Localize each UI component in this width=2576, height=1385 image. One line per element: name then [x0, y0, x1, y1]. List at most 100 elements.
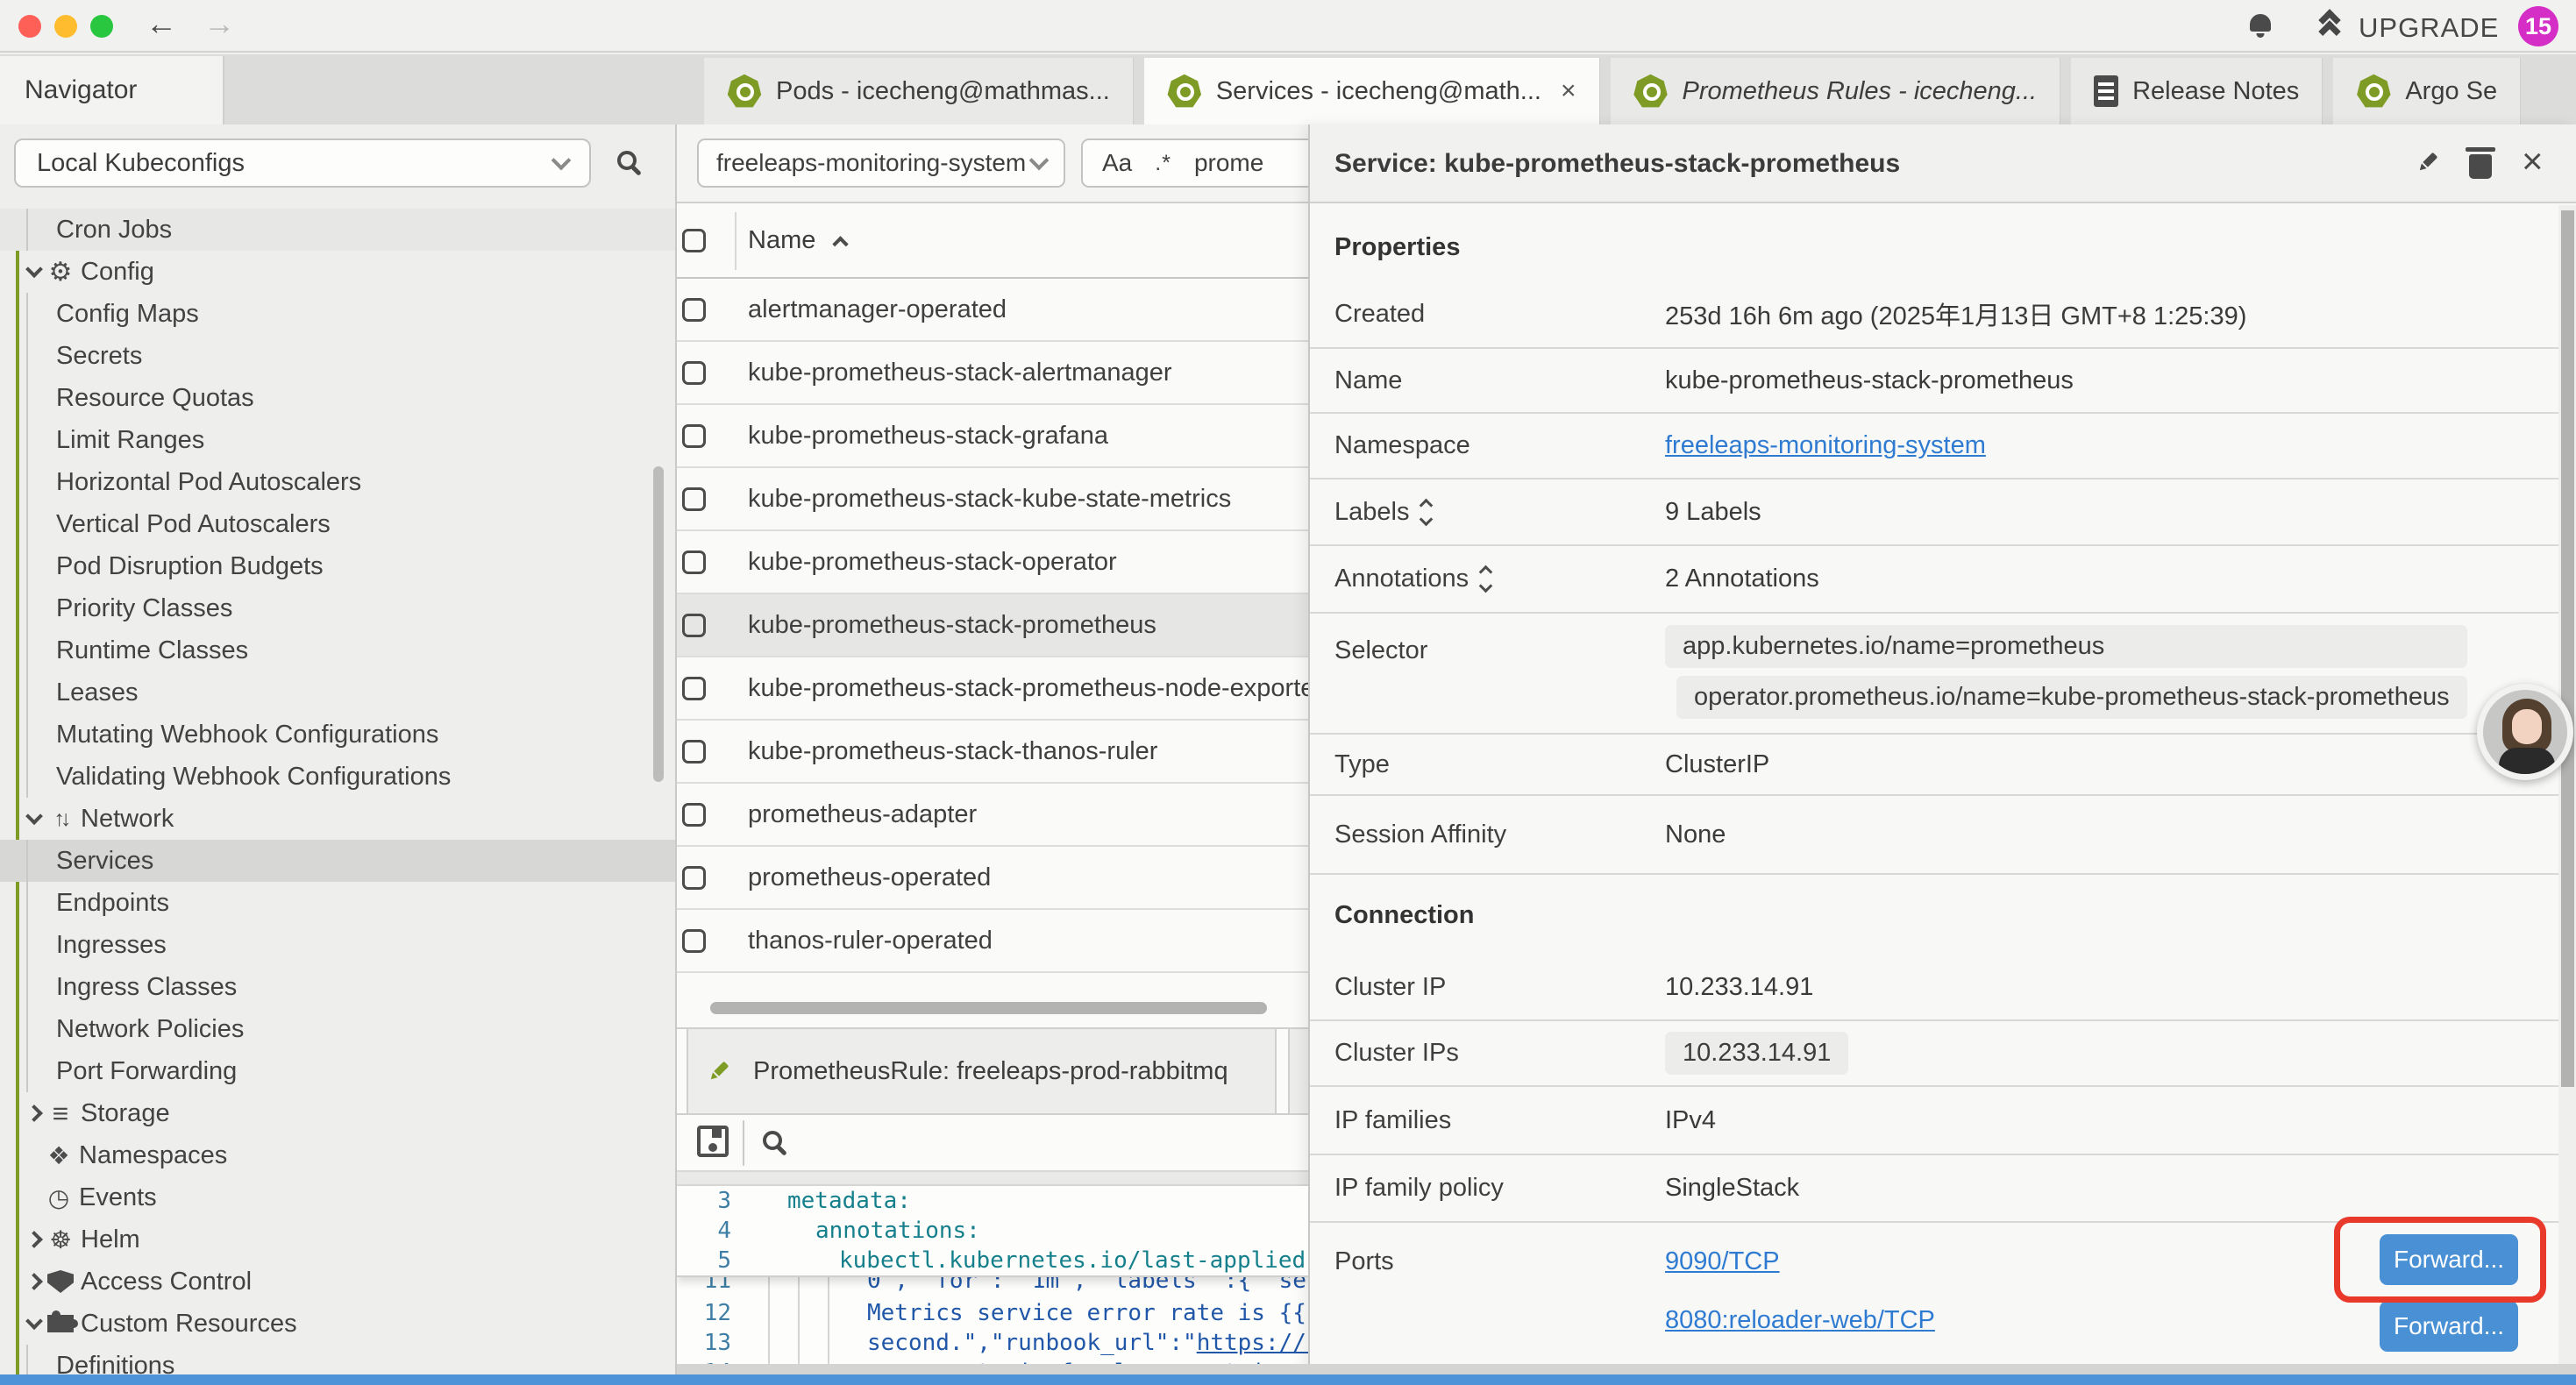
- sidebar-item[interactable]: Helm: [0, 1218, 677, 1261]
- chevron-right-icon[interactable]: [25, 1104, 43, 1122]
- sidebar-item[interactable]: Cron Jobs: [0, 209, 677, 251]
- app-tab[interactable]: Services - icecheng@math... ×: [1144, 58, 1600, 124]
- property-value[interactable]: 2 Annotations: [1665, 565, 1819, 593]
- table-row[interactable]: kube-prometheus-stack-alertmanager: [677, 342, 1308, 405]
- app-tab[interactable]: Prometheus Rules - icecheng...: [1611, 58, 2061, 124]
- table-row[interactable]: alertmanager-operated: [677, 279, 1308, 342]
- row-checkbox[interactable]: [682, 803, 706, 827]
- sidebar-item[interactable]: Pod Disruption Budgets: [0, 545, 677, 587]
- table-row[interactable]: kube-prometheus-stack-thanos-ruler: [677, 721, 1308, 784]
- row-checkbox[interactable]: [682, 929, 706, 953]
- property-value[interactable]: 9 Labels: [1665, 498, 1761, 527]
- sidebar-item[interactable]: Horizontal Pod Autoscalers: [0, 461, 677, 503]
- yaml-editor[interactable]: 3 metadata: 4 annotations: 5 kubectl.kub…: [677, 1186, 1308, 1364]
- select-all-checkbox[interactable]: [682, 229, 706, 252]
- save-icon[interactable]: [697, 1126, 729, 1157]
- row-checkbox[interactable]: [682, 298, 706, 322]
- row-checkbox[interactable]: [682, 614, 706, 637]
- sidebar-item[interactable]: Storage: [0, 1092, 677, 1134]
- sidebar-item[interactable]: Network Policies: [0, 1008, 677, 1050]
- sidebar-item[interactable]: Port Forwarding: [0, 1050, 677, 1092]
- port-link[interactable]: 9090/TCP: [1665, 1247, 1935, 1276]
- table-row[interactable]: kube-prometheus-stack-prometheus: [677, 594, 1308, 657]
- close-window-button[interactable]: [18, 15, 41, 38]
- match-case-icon[interactable]: Aa: [1102, 149, 1132, 177]
- table-row[interactable]: kube-prometheus-stack-operator: [677, 531, 1308, 594]
- name-column-header[interactable]: Name: [748, 226, 815, 255]
- row-checkbox[interactable]: [682, 866, 706, 890]
- app-tab[interactable]: Release Notes: [2071, 58, 2323, 124]
- expand-collapse-icon[interactable]: [1421, 501, 1431, 524]
- sidebar-item[interactable]: Runtime Classes: [0, 629, 677, 671]
- chevron-down-icon[interactable]: [25, 807, 43, 825]
- sidebar-item[interactable]: Limit Ranges: [0, 419, 677, 461]
- upgrade-button[interactable]: UPGRADE: [2359, 12, 2499, 44]
- user-avatar[interactable]: [2477, 684, 2573, 780]
- sidebar-item[interactable]: Vertical Pod Autoscalers: [0, 503, 677, 545]
- panel-scrollbar-thumb[interactable]: [2561, 210, 2574, 1087]
- regex-icon[interactable]: .*: [1155, 151, 1171, 176]
- sidebar-item[interactable]: Config Maps: [0, 293, 677, 335]
- row-checkbox[interactable]: [682, 361, 706, 385]
- sidebar-item[interactable]: Namespaces: [0, 1134, 677, 1176]
- forward-port-button[interactable]: Forward...: [2380, 1301, 2518, 1352]
- sort-ascending-icon[interactable]: [833, 236, 849, 252]
- kubeconfig-select[interactable]: Local Kubeconfigs: [14, 138, 591, 188]
- sidebar-item[interactable]: Leases: [0, 671, 677, 714]
- editor-tab[interactable]: PrometheusRule: freeleaps-prod-rabbitmq: [687, 1029, 1277, 1113]
- sidebar-item[interactable]: Secrets: [0, 335, 677, 377]
- close-icon[interactable]: ×: [2522, 140, 2544, 182]
- table-row[interactable]: kube-prometheus-stack-prometheus-node-ex…: [677, 657, 1308, 721]
- sidebar-item[interactable]: Services: [0, 840, 677, 882]
- back-button[interactable]: ←: [146, 5, 177, 42]
- search-icon[interactable]: [617, 151, 637, 170]
- app-tab[interactable]: Argo Se: [2333, 58, 2521, 124]
- chevron-down-icon[interactable]: [25, 260, 43, 278]
- chevron-down-icon[interactable]: [25, 1312, 43, 1330]
- sidebar-item[interactable]: Custom Resources: [0, 1303, 677, 1345]
- sidebar-scrollbar-thumb[interactable]: [653, 466, 664, 782]
- chevron-right-icon[interactable]: [25, 1273, 43, 1290]
- row-checkbox[interactable]: [682, 424, 706, 448]
- horizontal-scrollbar-thumb[interactable]: [710, 1002, 1267, 1014]
- app-tab[interactable]: Pods - icecheng@mathmas...: [704, 58, 1134, 124]
- chevron-right-icon[interactable]: [25, 1231, 43, 1248]
- row-checkbox[interactable]: [682, 677, 706, 700]
- table-row[interactable]: prometheus-adapter: [677, 784, 1308, 847]
- notification-count-badge[interactable]: 15: [2518, 6, 2558, 46]
- sidebar-item[interactable]: Validating Webhook Configurations: [0, 756, 677, 798]
- delete-icon[interactable]: [2469, 154, 2492, 179]
- upgrade-icon[interactable]: [2316, 11, 2346, 40]
- row-checkbox[interactable]: [682, 550, 706, 574]
- table-row[interactable]: prometheus-operated: [677, 847, 1308, 910]
- namespace-select[interactable]: freeleaps-monitoring-system: [697, 138, 1065, 188]
- forward-button[interactable]: →: [203, 5, 235, 42]
- namespace-link[interactable]: freeleaps-monitoring-system: [1665, 431, 1986, 460]
- sidebar-item[interactable]: Endpoints: [0, 882, 677, 924]
- sidebar-item[interactable]: Priority Classes: [0, 587, 677, 629]
- navigator-panel-tab[interactable]: Navigator: [0, 56, 224, 124]
- row-checkbox[interactable]: [682, 487, 706, 511]
- table-row[interactable]: kube-prometheus-stack-grafana: [677, 405, 1308, 468]
- close-tab-icon[interactable]: ×: [1561, 76, 1576, 106]
- sidebar-item[interactable]: Definitions: [0, 1345, 677, 1374]
- sidebar-item[interactable]: Config: [0, 251, 677, 293]
- sidebar-item[interactable]: Network: [0, 798, 677, 840]
- editor-search-icon[interactable]: [763, 1131, 782, 1150]
- notifications-bell-icon[interactable]: [2250, 14, 2271, 32]
- row-checkbox[interactable]: [682, 740, 706, 764]
- sidebar-item[interactable]: Resource Quotas: [0, 377, 677, 419]
- expand-collapse-icon[interactable]: [1481, 567, 1491, 591]
- table-row[interactable]: kube-prometheus-stack-kube-state-metrics: [677, 468, 1308, 531]
- sidebar-item[interactable]: Access Control: [0, 1261, 677, 1303]
- minimize-window-button[interactable]: [54, 15, 77, 38]
- sidebar-item[interactable]: Mutating Webhook Configurations: [0, 714, 677, 756]
- table-row[interactable]: thanos-ruler-operated: [677, 910, 1308, 973]
- port-link[interactable]: 8080:reloader-web/TCP: [1665, 1306, 1935, 1335]
- maximize-window-button[interactable]: [90, 15, 113, 38]
- code-link[interactable]: https://net: [1197, 1330, 1308, 1356]
- sidebar-item[interactable]: Events: [0, 1176, 677, 1218]
- sidebar-item[interactable]: Ingress Classes: [0, 966, 677, 1008]
- editor-tab[interactable]: [1288, 1029, 1308, 1113]
- sidebar-item[interactable]: Ingresses: [0, 924, 677, 966]
